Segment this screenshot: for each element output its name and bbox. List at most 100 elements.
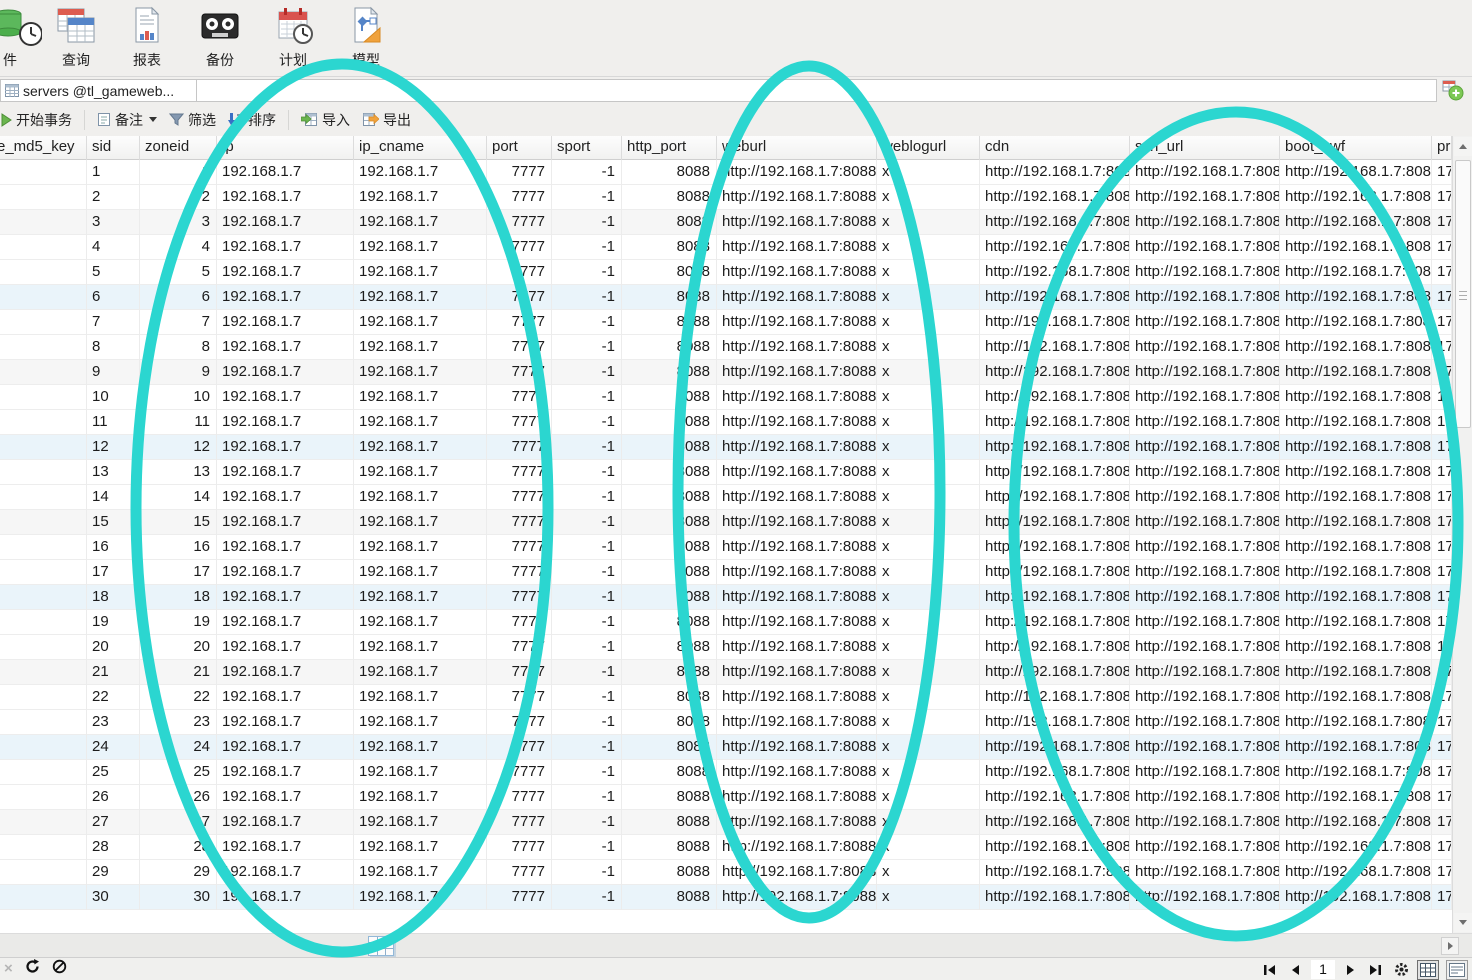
cell-ip_cname[interactable]: 192.168.1.7 [354,310,487,335]
cell-e_md5_key[interactable] [0,410,87,435]
refresh-button[interactable] [25,959,40,979]
cell-http_port[interactable]: 8088 [622,260,717,285]
cell-ip_cname[interactable]: 192.168.1.7 [354,435,487,460]
cell-pr[interactable]: 17 [1432,635,1452,660]
cell-sport[interactable]: -1 [552,210,622,235]
cell-sid[interactable]: 2 [87,185,140,210]
cell-e_md5_key[interactable] [0,535,87,560]
first-page-button[interactable] [1261,961,1279,979]
cell-weburl[interactable]: http://192.168.1.7:8088 [717,485,877,510]
cell-weblogurl[interactable]: x [877,735,980,760]
cell-port[interactable]: 7777 [487,535,552,560]
cell-zoneid[interactable]: 28 [140,835,217,860]
cell-weburl[interactable]: http://192.168.1.7:8088 [717,160,877,185]
cell-sport[interactable]: -1 [552,360,622,385]
cell-syn_url[interactable]: http://192.168.1.7:8088 [1130,435,1280,460]
cell-sport[interactable]: -1 [552,385,622,410]
cell-sid[interactable]: 24 [87,735,140,760]
cell-http_port[interactable]: 8088 [622,635,717,660]
cell-weburl[interactable]: http://192.168.1.7:8088 [717,560,877,585]
column-header-sport[interactable]: sport [552,136,622,160]
cell-boot_swf[interactable]: http://192.168.1.7:8088 [1280,560,1432,585]
cell-ip[interactable]: 192.168.1.7 [217,335,354,360]
cell-weburl[interactable]: http://192.168.1.7:8088 [717,335,877,360]
cell-sport[interactable]: -1 [552,835,622,860]
cell-cdn[interactable]: http://192.168.1.7:8088 [980,285,1130,310]
table-row[interactable]: 55192.168.1.7192.168.1.77777-18088http:/… [0,260,1452,285]
cell-weblogurl[interactable]: x [877,560,980,585]
cell-cdn[interactable]: http://192.168.1.7:8088 [980,485,1130,510]
cell-syn_url[interactable]: http://192.168.1.7:8088 [1130,235,1280,260]
cell-sport[interactable]: -1 [552,485,622,510]
cell-boot_swf[interactable]: http://192.168.1.7:8088 [1280,310,1432,335]
cell-ip_cname[interactable]: 192.168.1.7 [354,885,487,910]
cell-weblogurl[interactable]: x [877,235,980,260]
cell-sid[interactable]: 7 [87,310,140,335]
cell-port[interactable]: 7777 [487,260,552,285]
cell-e_md5_key[interactable] [0,160,87,185]
cell-zoneid[interactable]: 12 [140,435,217,460]
cell-syn_url[interactable]: http://192.168.1.7:8088 [1130,760,1280,785]
cell-sid[interactable]: 10 [87,385,140,410]
column-header-port[interactable]: port [487,136,552,160]
cell-weburl[interactable]: http://192.168.1.7:8088 [717,260,877,285]
cell-syn_url[interactable]: http://192.168.1.7:8088 [1130,285,1280,310]
cell-e_md5_key[interactable] [0,785,87,810]
sort-button[interactable]: 排序 [222,107,282,133]
cell-ip[interactable]: 192.168.1.7 [217,685,354,710]
cell-sport[interactable]: -1 [552,785,622,810]
cell-port[interactable]: 7777 [487,560,552,585]
cell-zoneid[interactable]: 25 [140,760,217,785]
cell-http_port[interactable]: 8088 [622,485,717,510]
cell-pr[interactable]: 17 [1432,260,1452,285]
cell-e_md5_key[interactable] [0,460,87,485]
cell-zoneid[interactable]: 14 [140,485,217,510]
table-row[interactable]: 2020192.168.1.7192.168.1.77777-18088http… [0,635,1452,660]
table-row[interactable]: 2222192.168.1.7192.168.1.77777-18088http… [0,685,1452,710]
cell-boot_swf[interactable]: http://192.168.1.7:8088 [1280,860,1432,885]
cell-zoneid[interactable]: 3 [140,210,217,235]
cell-http_port[interactable]: 8088 [622,385,717,410]
cell-sid[interactable]: 8 [87,335,140,360]
cell-port[interactable]: 7777 [487,660,552,685]
cell-cdn[interactable]: http://192.168.1.7:8088 [980,635,1130,660]
cell-zoneid[interactable]: 18 [140,585,217,610]
cell-boot_swf[interactable]: http://192.168.1.7:8088 [1280,210,1432,235]
cell-syn_url[interactable]: http://192.168.1.7:8088 [1130,160,1280,185]
cell-e_md5_key[interactable] [0,485,87,510]
filter-button[interactable]: 筛选 [163,107,222,133]
cell-zoneid[interactable]: 30 [140,885,217,910]
cell-pr[interactable]: 17 [1432,735,1452,760]
toolbar-item-query[interactable]: 查询 [44,6,108,74]
cell-cdn[interactable]: http://192.168.1.7:8088 [980,310,1130,335]
table-row[interactable]: 66192.168.1.7192.168.1.77777-18088http:/… [0,285,1452,310]
cell-syn_url[interactable]: http://192.168.1.7:8088 [1130,185,1280,210]
cell-sid[interactable]: 23 [87,710,140,735]
cell-ip_cname[interactable]: 192.168.1.7 [354,385,487,410]
cell-e_md5_key[interactable] [0,585,87,610]
cell-zoneid[interactable]: 21 [140,660,217,685]
cell-syn_url[interactable]: http://192.168.1.7:8088 [1130,735,1280,760]
cell-syn_url[interactable]: http://192.168.1.7:8088 [1130,310,1280,335]
cell-weburl[interactable]: http://192.168.1.7:8088 [717,285,877,310]
cell-sid[interactable]: 22 [87,685,140,710]
toolbar-item-report[interactable]: 报表 [115,6,179,74]
cell-weburl[interactable]: http://192.168.1.7:8088 [717,660,877,685]
cell-sid[interactable]: 18 [87,585,140,610]
cell-weblogurl[interactable]: x [877,760,980,785]
cell-pr[interactable]: 17 [1432,760,1452,785]
cell-ip[interactable]: 192.168.1.7 [217,510,354,535]
cell-boot_swf[interactable]: http://192.168.1.7:8088 [1280,660,1432,685]
table-row[interactable]: 1515192.168.1.7192.168.1.77777-18088http… [0,510,1452,535]
cell-ip[interactable]: 192.168.1.7 [217,410,354,435]
cell-http_port[interactable]: 8088 [622,410,717,435]
cell-ip[interactable]: 192.168.1.7 [217,360,354,385]
cell-sport[interactable]: -1 [552,260,622,285]
table-row[interactable]: 1414192.168.1.7192.168.1.77777-18088http… [0,485,1452,510]
cell-weburl[interactable]: http://192.168.1.7:8088 [717,810,877,835]
cell-zoneid[interactable]: 26 [140,785,217,810]
cell-ip[interactable]: 192.168.1.7 [217,710,354,735]
cell-pr[interactable]: 17 [1432,335,1452,360]
toolbar-item-schedule[interactable]: 计划 [261,6,325,74]
table-row[interactable]: 1919192.168.1.7192.168.1.77777-18088http… [0,610,1452,635]
